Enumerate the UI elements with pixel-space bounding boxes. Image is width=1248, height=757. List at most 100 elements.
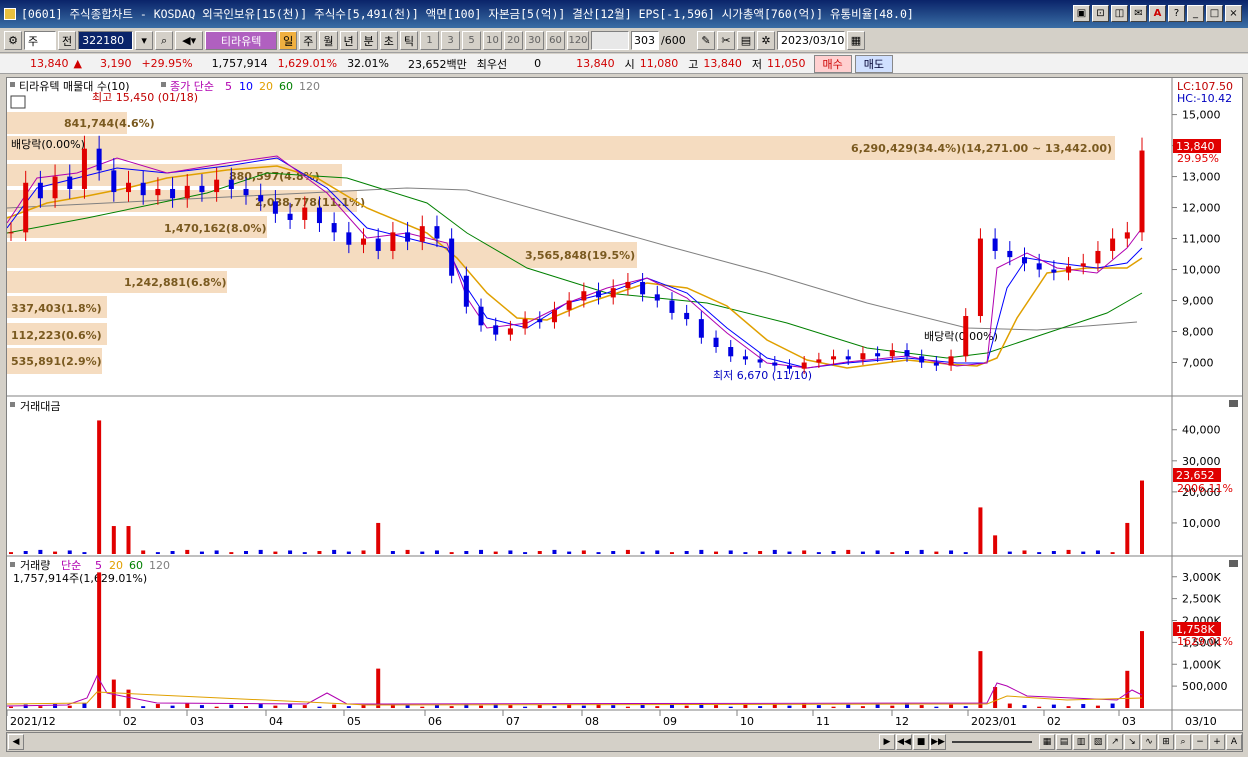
code-input[interactable]: 322180: [78, 31, 134, 50]
window-icon[interactable]: ⊡: [1092, 5, 1109, 22]
maximize-button[interactable]: □: [1206, 5, 1223, 22]
candle-body: [390, 232, 396, 251]
amount-bar: [655, 550, 660, 554]
interval-3[interactable]: 3: [441, 31, 460, 50]
interval-20[interactable]: 20: [504, 31, 523, 50]
save-icon[interactable]: ▤: [737, 31, 755, 50]
draw4-icon[interactable]: ⊞: [1158, 734, 1174, 750]
prev-button[interactable]: 전: [58, 31, 77, 50]
period-month-tab[interactable]: 월: [319, 31, 338, 50]
interval-1[interactable]: 1: [420, 31, 439, 50]
search-icon[interactable]: ⌕: [155, 31, 174, 50]
candle-body: [478, 306, 484, 326]
interval-30[interactable]: 30: [525, 31, 544, 50]
chart-area[interactable]: 841,744(4.6%) 6,290,429(34.4%)(14,271.00…: [6, 77, 1243, 731]
interval-60[interactable]: 60: [546, 31, 565, 50]
price-tick-label: 8,000: [1182, 326, 1214, 339]
plus-icon[interactable]: +: [1209, 734, 1225, 750]
amount-bar: [493, 551, 498, 554]
gear-icon[interactable]: ✲: [757, 31, 775, 50]
calendar-icon[interactable]: ▦: [847, 31, 865, 50]
price-tick-label: 15,000: [1182, 109, 1221, 122]
stock-name-label[interactable]: 티라유텍: [205, 31, 278, 50]
scissors-icon[interactable]: ✂: [717, 31, 735, 50]
sell-button[interactable]: 매도: [854, 54, 893, 73]
period-day-tab[interactable]: 일: [279, 31, 298, 50]
volume-bar: [611, 705, 616, 708]
draw2-icon[interactable]: ↘: [1124, 734, 1140, 750]
amount-bar: [1095, 550, 1100, 554]
candle-body: [566, 300, 572, 310]
rewind-icon[interactable]: ◀◀: [896, 734, 912, 750]
candle-body: [155, 188, 161, 196]
amount-bar: [714, 551, 719, 554]
profile-label-1: 841,744(4.6%): [64, 117, 155, 130]
draw1-icon[interactable]: ↗: [1107, 734, 1123, 750]
ma60-label: 60: [279, 80, 293, 93]
amount-bar: [244, 551, 249, 554]
candle-body: [889, 350, 895, 357]
price-tick-label: 7,000: [1182, 357, 1214, 370]
help-button[interactable]: ?: [1168, 5, 1185, 22]
volume-close-icon[interactable]: [1229, 560, 1238, 567]
candle-body: [654, 294, 660, 301]
minimize-button[interactable]: _: [1187, 5, 1204, 22]
amount-tick-label: 10,000: [1182, 517, 1221, 530]
mail-icon[interactable]: ✉: [1130, 5, 1147, 22]
layout4-icon[interactable]: ▧: [1090, 734, 1106, 750]
period-tick-tab[interactable]: 틱: [399, 31, 418, 50]
profile-label-8: 337,403(1.8%): [11, 302, 102, 315]
font-a-icon[interactable]: A: [1226, 734, 1242, 750]
x-tick-label: 04: [269, 715, 283, 728]
candle-body: [992, 238, 998, 251]
zoom-out-icon[interactable]: ⌕: [1175, 734, 1191, 750]
volume-bar: [53, 704, 58, 708]
period-week-tab[interactable]: 주: [299, 31, 318, 50]
period-second-tab[interactable]: 초: [379, 31, 398, 50]
close-button[interactable]: ×: [1225, 5, 1242, 22]
settings-icon[interactable]: ⚙: [4, 31, 22, 50]
date-input[interactable]: 2023/03/10: [777, 31, 845, 50]
candle-body: [81, 148, 87, 189]
layout3-icon[interactable]: ▥: [1073, 734, 1089, 750]
interval-5[interactable]: 5: [462, 31, 481, 50]
last-pct-label: 29.95%: [1177, 152, 1219, 165]
candle-body: [713, 337, 719, 348]
font-icon[interactable]: A: [1149, 5, 1166, 22]
layout2-icon[interactable]: ▤: [1056, 734, 1072, 750]
forward-icon[interactable]: ▶▶: [930, 734, 946, 750]
volume-bar: [743, 704, 748, 708]
volume-bar: [82, 703, 87, 708]
scroll-bar[interactable]: ◀ ▶ ◀◀ ■ ▶▶ ▦ ▤ ▥ ▧ ↗ ↘ ∿ ⊞ ⌕ − + A: [6, 732, 1243, 752]
interval-custom-input[interactable]: [591, 31, 629, 50]
market-select[interactable]: 주: [24, 31, 56, 50]
minus-icon[interactable]: −: [1192, 734, 1208, 750]
buy-button[interactable]: 매수: [813, 54, 852, 73]
draw3-icon[interactable]: ∿: [1141, 734, 1157, 750]
restore-icon[interactable]: ◫: [1111, 5, 1128, 22]
period-minute-tab[interactable]: 분: [359, 31, 378, 50]
amount-bar: [1051, 551, 1056, 554]
amount-bar: [596, 552, 601, 554]
speaker-icon[interactable]: ◀▾: [175, 31, 204, 50]
amount-close-icon[interactable]: [1229, 400, 1238, 407]
vma5-line: [6, 674, 1143, 707]
dropdown-icon[interactable]: ▾: [135, 31, 154, 50]
tools-icon[interactable]: ✎: [697, 31, 715, 50]
candle-body: [1124, 232, 1130, 239]
stop-icon[interactable]: ■: [913, 734, 929, 750]
x-tick-label: 10: [740, 715, 754, 728]
candle-body: [1110, 238, 1116, 251]
amount-bar: [787, 551, 792, 554]
play-icon[interactable]: ▶: [879, 734, 895, 750]
zoom-slider[interactable]: [952, 741, 1032, 743]
volume-value: 1,757,914: [211, 57, 268, 70]
period-year-tab[interactable]: 년: [339, 31, 358, 50]
interval-10[interactable]: 10: [483, 31, 502, 50]
interval-120[interactable]: 120: [567, 31, 589, 50]
scroll-left-icon[interactable]: ◀: [8, 734, 24, 750]
layout1-icon[interactable]: ▦: [1039, 734, 1055, 750]
count-input[interactable]: 303: [631, 31, 659, 50]
amount-bar: [581, 550, 586, 554]
link-icon[interactable]: ▣: [1073, 5, 1090, 22]
